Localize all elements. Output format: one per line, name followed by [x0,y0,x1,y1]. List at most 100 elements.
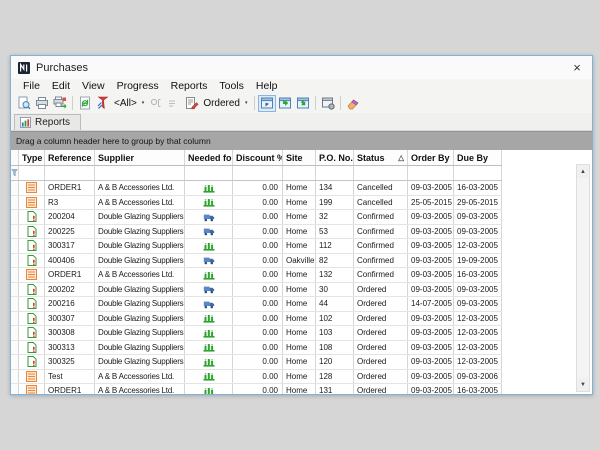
cell-due-by[interactable]: 16-03-2005 [454,268,502,282]
properties-window-icon[interactable] [319,95,337,112]
cell-p-o-no[interactable]: 108 [316,341,354,355]
filter-cell-supplier[interactable] [95,166,185,180]
cell-discount[interactable]: 0.00 [233,326,283,340]
cell-needed-for[interactable] [185,210,233,224]
table-row[interactable]: 300325Double Glazing Suppliers0.00Home12… [11,355,502,370]
cell-needed-for[interactable] [185,370,233,384]
cell-due-by[interactable]: 12-03-2005 [454,341,502,355]
cell-needed-for[interactable] [185,355,233,369]
cell-site[interactable]: Home [283,341,316,355]
column-header-discount[interactable]: Discount % [233,150,283,165]
cell-due-by[interactable]: 12-03-2005 [454,239,502,253]
cell-discount[interactable]: 0.00 [233,254,283,268]
cell-due-by[interactable]: 16-03-2005 [454,181,502,195]
cell-site[interactable]: Home [283,225,316,239]
cell-discount[interactable]: 0.00 [233,196,283,210]
cell-p-o-no[interactable]: 120 [316,355,354,369]
cell-status[interactable]: Confirmed [354,239,408,253]
filter-value[interactable]: <All> [112,98,139,109]
menu-item-view[interactable]: View [76,80,111,92]
cell-p-o-no[interactable]: 128 [316,370,354,384]
cell-supplier[interactable]: Double Glazing Suppliers [95,239,185,253]
cell-site[interactable]: Home [283,196,316,210]
group-by-panel[interactable]: Drag a column header here to group by th… [11,131,592,150]
cell-reference[interactable]: 200202 [45,283,95,297]
cell-supplier[interactable]: A & B Accessories Ltd. [95,196,185,210]
cell-status[interactable]: Ordered [354,355,408,369]
cell-status[interactable]: Confirmed [354,210,408,224]
cell-due-by[interactable]: 19-09-2005 [454,254,502,268]
cell-site[interactable]: Home [283,210,316,224]
window-arrow-icon[interactable] [258,95,276,112]
table-row[interactable]: 200202Double Glazing Suppliers0.00Home30… [11,283,502,298]
cell-status[interactable]: Ordered [354,297,408,311]
cell-needed-for[interactable] [185,268,233,282]
cell-reference[interactable]: 400406 [45,254,95,268]
cell-discount[interactable]: 0.00 [233,355,283,369]
cell-order-by[interactable]: 09-03-2005 [408,341,454,355]
cell-type[interactable] [19,312,45,326]
cell-status[interactable]: Ordered [354,370,408,384]
cell-needed-for[interactable] [185,326,233,340]
table-row[interactable]: 300313Double Glazing Suppliers0.00Home10… [11,341,502,356]
cell-needed-for[interactable] [185,297,233,311]
vertical-scrollbar[interactable]: ▲ ▼ [576,164,590,392]
cell-reference[interactable]: 300307 [45,312,95,326]
cell-order-by[interactable]: 09-03-2005 [408,355,454,369]
cell-discount[interactable]: 0.00 [233,341,283,355]
cell-reference[interactable]: ORDER1 [45,181,95,195]
column-header-supplier[interactable]: Supplier [95,150,185,165]
cell-status[interactable]: Confirmed [354,254,408,268]
cell-site[interactable]: Home [283,370,316,384]
filter-cell-p-o-no[interactable] [316,166,354,180]
cell-due-by[interactable]: 12-03-2005 [454,326,502,340]
cell-discount[interactable]: 0.00 [233,225,283,239]
cell-discount[interactable]: 0.00 [233,370,283,384]
cell-supplier[interactable]: Double Glazing Suppliers [95,225,185,239]
cell-discount[interactable]: 0.00 [233,239,283,253]
cell-status[interactable]: Ordered [354,312,408,326]
cell-type[interactable] [19,210,45,224]
cell-order-by[interactable]: 09-03-2005 [408,326,454,340]
cell-supplier[interactable]: Double Glazing Suppliers [95,254,185,268]
cell-type[interactable] [19,297,45,311]
scroll-up-icon[interactable]: ▲ [577,165,589,178]
cell-discount[interactable]: 0.00 [233,268,283,282]
cell-site[interactable]: Home [283,268,316,282]
cell-reference[interactable]: ORDER1 [45,384,95,394]
progress-filter-value[interactable]: Ordered [201,98,242,109]
cell-reference[interactable]: 200204 [45,210,95,224]
cell-site[interactable]: Home [283,384,316,394]
cell-due-by[interactable]: 09-03-2005 [454,283,502,297]
column-header-p-o-no[interactable]: P.O. No. [316,150,354,165]
cell-type[interactable] [19,254,45,268]
cell-type[interactable] [19,283,45,297]
scroll-down-icon[interactable]: ▼ [577,378,589,391]
cell-p-o-no[interactable]: 32 [316,210,354,224]
cell-reference[interactable]: 300308 [45,326,95,340]
table-row[interactable]: ORDER1A & B Accessories Ltd.0.00Home134C… [11,181,502,196]
cell-reference[interactable]: 300317 [45,239,95,253]
cell-site[interactable]: Home [283,239,316,253]
column-header-status[interactable]: Status△ [354,150,408,165]
chevron-down-icon[interactable]: ▾ [242,100,251,106]
cell-reference[interactable]: 200225 [45,225,95,239]
table-row[interactable]: 400406Double Glazing Suppliers0.00Oakvil… [11,254,502,269]
printer-icon[interactable] [33,95,51,112]
close-icon[interactable]: × [568,59,586,77]
eraser-icon[interactable] [344,95,362,112]
cell-status[interactable]: Ordered [354,341,408,355]
cell-status[interactable]: Confirmed [354,268,408,282]
cell-due-by[interactable]: 09-03-2005 [454,210,502,224]
filter-cell-status[interactable] [354,166,408,180]
clipboard-pen-icon[interactable] [183,95,201,112]
cell-type[interactable] [19,370,45,384]
menu-item-reports[interactable]: Reports [165,80,214,92]
cell-reference[interactable]: 300325 [45,355,95,369]
window-import-icon[interactable] [294,95,312,112]
cell-status[interactable]: Ordered [354,384,408,394]
cell-status[interactable]: Ordered [354,326,408,340]
cell-order-by[interactable]: 09-03-2005 [408,225,454,239]
cell-type[interactable] [19,225,45,239]
cell-p-o-no[interactable]: 134 [316,181,354,195]
